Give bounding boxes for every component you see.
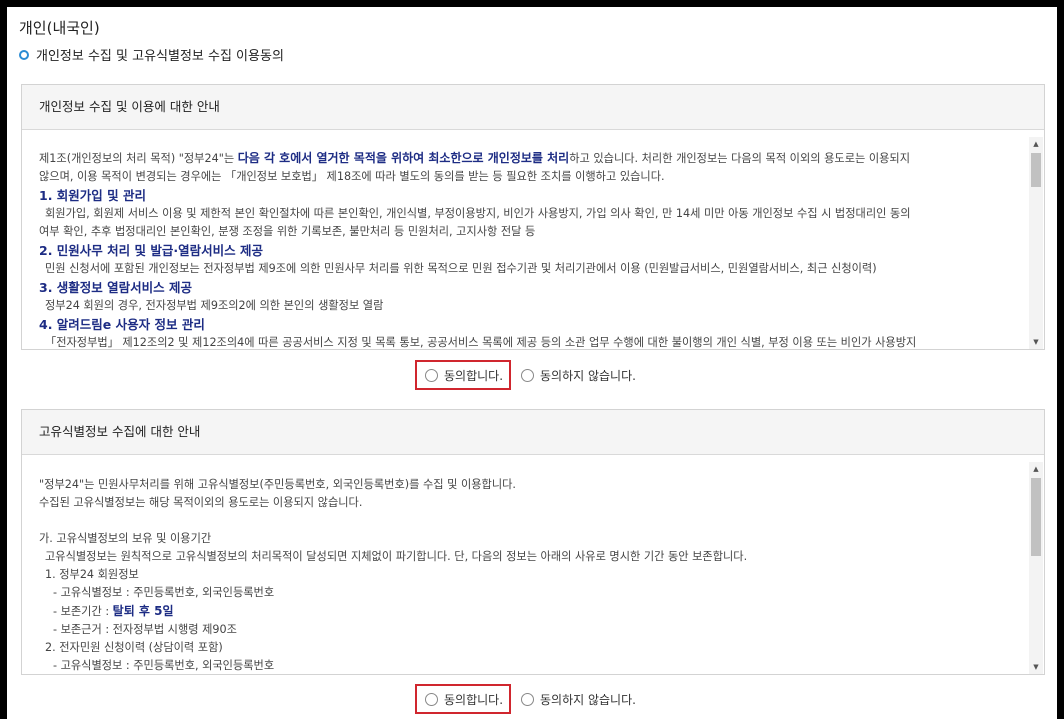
- unique-id-scroll-content: "정부24"는 민원사무처리를 위해 고유식별정보(주민등록번호, 외국인등록번…: [39, 476, 1014, 674]
- unique-id-sub-a: 가. 고유식별정보의 보유 및 이용기간: [39, 532, 212, 545]
- consent-page: 개인(내국인) 개인정보 수집 및 고유식별정보 수집 이용동의 개인정보 수집…: [7, 7, 1057, 719]
- unique-id-info-box: 고유식별정보 수집에 대한 안내 "정부24"는 민원사무처리를 위해 고유식별…: [21, 409, 1045, 675]
- privacy-scrollbar[interactable]: ▲ ▼: [1029, 137, 1043, 349]
- radio-circle-icon[interactable]: [425, 692, 438, 706]
- unique-id-n1-basis: - 보존근거 : 전자정부법 시행령 제90조: [53, 623, 237, 636]
- unique-id-n2: 2. 전자민원 신청이력 (상담이력 포함): [45, 641, 223, 654]
- privacy-intro: 제1조(개인정보의 처리 목적) "정부24"는 다음 각 호에서 열거한 목적…: [39, 151, 911, 165]
- unique-id-line-1: "정부24"는 민원사무처리를 위해 고유식별정보(주민등록번호, 외국인등록번…: [39, 478, 516, 491]
- item2-title: 2. 민원사무 처리 및 발급·열람서비스 제공: [39, 243, 263, 258]
- unique-id-line-2: 수집된 고유식별정보는 해당 목적이외의 용도로는 이용되지 않습니다.: [39, 496, 363, 509]
- circle-bullet-icon: [19, 49, 29, 60]
- unique-id-agree-label: 동의합니다.: [444, 692, 504, 707]
- privacy-info-box: 개인정보 수집 및 이용에 대한 안내 제1조(개인정보의 처리 목적) "정부…: [21, 84, 1045, 350]
- unique-id-scrollbar[interactable]: ▲ ▼: [1029, 462, 1043, 674]
- privacy-scroll-area[interactable]: 제1조(개인정보의 처리 목적) "정부24"는 다음 각 호에서 열거한 목적…: [22, 137, 1044, 349]
- privacy-intro-cont: 않으며, 이용 목적이 변경되는 경우에는 「개인정보 보호법」 제18조에 따…: [39, 170, 665, 183]
- item2-text: 민원 신청서에 포함된 개인정보는 전자정부법 제9조에 의한 민원사무 처리를…: [45, 262, 877, 275]
- unique-id-scroll-thumb[interactable]: [1031, 478, 1041, 556]
- unique-id-consent-group: 동의합니다. 동의하지 않습니다.: [7, 684, 1057, 714]
- unique-id-n1-info: - 고유식별정보 : 주민등록번호, 외국인등록번호: [53, 586, 275, 599]
- privacy-box-header: 개인정보 수집 및 이용에 대한 안내: [22, 85, 1044, 130]
- privacy-disagree-label: 동의하지 않습니다.: [540, 368, 636, 383]
- scroll-up-arrow-icon[interactable]: ▲: [1029, 462, 1043, 476]
- item3-title: 3. 생활정보 열람서비스 제공: [39, 280, 193, 295]
- scroll-down-arrow-icon[interactable]: ▼: [1029, 660, 1043, 674]
- unique-id-disagree-radio[interactable]: 동의하지 않습니다.: [521, 684, 636, 714]
- item4-text: 「전자정부법」 제12조의2 및 제12조의4에 따른 공공서비스 지정 및 목…: [45, 336, 917, 349]
- page-title: 개인(내국인): [19, 19, 100, 37]
- privacy-scroll-thumb[interactable]: [1031, 153, 1041, 187]
- unique-id-scroll-area[interactable]: "정부24"는 민원사무처리를 위해 고유식별정보(주민등록번호, 외국인등록번…: [22, 462, 1044, 674]
- item1-text-1: 회원가입, 회원제 서비스 이용 및 제한적 본인 확인절차에 따른 본인확인,…: [45, 207, 911, 220]
- unique-id-n1: 1. 정부24 회원정보: [45, 568, 139, 581]
- privacy-scroll-content: 제1조(개인정보의 처리 목적) "정부24"는 다음 각 호에서 열거한 목적…: [39, 149, 1014, 349]
- scroll-down-arrow-icon[interactable]: ▼: [1029, 335, 1043, 349]
- radio-circle-icon[interactable]: [521, 368, 534, 382]
- item1-title: 1. 회원가입 및 관리: [39, 188, 147, 203]
- unique-id-box-header: 고유식별정보 수집에 대한 안내: [22, 410, 1044, 455]
- privacy-disagree-radio[interactable]: 동의하지 않습니다.: [521, 360, 636, 390]
- section-heading-text: 개인정보 수집 및 고유식별정보 수집 이용동의: [36, 49, 284, 64]
- unique-id-disagree-label: 동의하지 않습니다.: [540, 692, 636, 707]
- item1-text-2: 여부 확인, 추후 법정대리인 본인확인, 분쟁 조정을 위한 기록보존, 불만…: [39, 225, 536, 238]
- radio-circle-icon[interactable]: [425, 368, 438, 382]
- privacy-consent-group: 동의합니다. 동의하지 않습니다.: [7, 360, 1057, 390]
- unique-id-agree-radio[interactable]: 동의합니다.: [415, 684, 512, 714]
- item4-title: 4. 알려드림e 사용자 정보 관리: [39, 317, 205, 332]
- section-heading: 개인정보 수집 및 고유식별정보 수집 이용동의: [19, 45, 284, 64]
- privacy-agree-radio[interactable]: 동의합니다.: [415, 360, 512, 390]
- unique-id-n2-info: - 고유식별정보 : 주민등록번호, 외국인등록번호: [53, 659, 275, 672]
- scroll-up-arrow-icon[interactable]: ▲: [1029, 137, 1043, 151]
- unique-id-n1-period: - 보존기간 : 탈퇴 후 5일: [53, 604, 174, 618]
- item3-text: 정부24 회원의 경우, 전자정부법 제9조의2에 의한 본인의 생활정보 열람: [45, 299, 384, 312]
- unique-id-sub-a-text: 고유식별정보는 원칙적으로 고유식별정보의 처리목적이 달성되면 지체없이 파기…: [45, 550, 748, 563]
- radio-circle-icon[interactable]: [521, 692, 534, 706]
- privacy-agree-label: 동의합니다.: [444, 368, 504, 383]
